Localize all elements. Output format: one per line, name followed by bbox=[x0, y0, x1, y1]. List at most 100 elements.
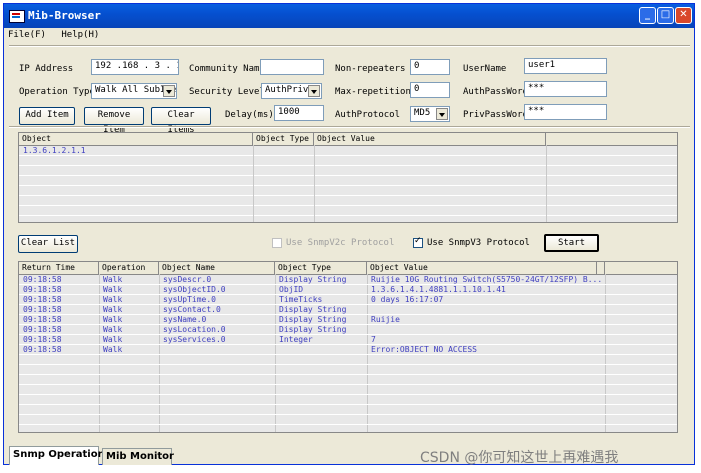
result-object-name: sysDescr.0 bbox=[163, 275, 212, 284]
result-object-type: Integer bbox=[279, 335, 313, 344]
result-return-time: 09:18:58 bbox=[23, 275, 62, 284]
clear-list-button[interactable]: Clear List bbox=[18, 235, 78, 253]
result-return-time: 09:18:58 bbox=[23, 345, 62, 354]
tab-mib-monitor[interactable]: Mib Monitor bbox=[102, 448, 174, 465]
form-separator bbox=[9, 126, 690, 128]
ip-address-field[interactable]: 192 .168 . 3 . 1 bbox=[91, 59, 179, 75]
menu-separator bbox=[9, 45, 690, 47]
result-object-type: Display String bbox=[279, 315, 347, 324]
result-object-name: sysContact.0 bbox=[163, 305, 221, 314]
result-operation: Walk bbox=[103, 325, 123, 334]
username-label: UserName bbox=[463, 64, 507, 74]
priv-password-label: PrivPassWord bbox=[463, 110, 529, 120]
result-object-type: Display String bbox=[279, 275, 347, 284]
non-repeaters-label: Non-repeaters bbox=[335, 64, 406, 74]
add-item-button[interactable]: Add Item bbox=[19, 107, 75, 125]
result-return-time: 09:18:58 bbox=[23, 305, 62, 314]
chevron-down-icon[interactable] bbox=[163, 85, 175, 97]
close-button[interactable]: ✕ bbox=[675, 7, 692, 24]
snmpv3-checkbox[interactable] bbox=[413, 236, 423, 248]
priv-password-input[interactable]: *** bbox=[524, 104, 607, 120]
result-object-value: Ruijie bbox=[371, 315, 400, 324]
result-return-time: 09:18:58 bbox=[23, 325, 62, 334]
result-operation: Walk bbox=[103, 275, 123, 284]
watermark-text: CSDN @你可知这世上再难遇我 bbox=[420, 450, 619, 466]
ip-octet-1: 192 bbox=[95, 61, 112, 71]
result-object-value: Error:OBJECT NO ACCESS bbox=[371, 345, 477, 354]
security-level-value: AuthPriv bbox=[265, 85, 309, 95]
items-table[interactable]: Object Object Type Object Value 1.3.6.1.… bbox=[18, 132, 678, 223]
column-header-operation[interactable]: Operation bbox=[99, 262, 159, 274]
menu-help[interactable]: Help(H) bbox=[61, 30, 99, 40]
auth-protocol-label: AuthProtocol bbox=[335, 110, 401, 120]
minimize-button[interactable]: _ bbox=[639, 7, 656, 24]
result-operation: Walk bbox=[103, 335, 123, 344]
result-object-value: 1.3.6.1.4.1.4881.1.1.10.1.41 bbox=[371, 285, 506, 294]
chevron-down-icon[interactable] bbox=[436, 108, 448, 120]
app-icon bbox=[9, 10, 25, 23]
clear-items-button[interactable]: Clear Items bbox=[151, 107, 211, 135]
result-return-time: 09:18:58 bbox=[23, 315, 62, 324]
column-header-object-value[interactable]: Object Value bbox=[367, 262, 597, 274]
items-table-header: Object Object Type Object Value bbox=[19, 133, 677, 146]
result-object-type: Display String bbox=[279, 305, 347, 314]
column-header-object-type[interactable]: Object Type bbox=[275, 262, 367, 274]
operation-type-select[interactable]: Walk All SubItem bbox=[91, 83, 177, 99]
community-name-input[interactable] bbox=[260, 59, 324, 75]
delay-input[interactable]: 1000 bbox=[274, 105, 324, 121]
menu-bar: File(F) Help(H) bbox=[8, 30, 109, 44]
result-object-value: 7 bbox=[371, 335, 376, 344]
window-title: Mib-Browser bbox=[28, 9, 101, 22]
result-return-time: 09:18:58 bbox=[23, 335, 62, 344]
security-level-select[interactable]: AuthPriv bbox=[261, 83, 322, 99]
snmpv2c-checkbox[interactable] bbox=[272, 238, 282, 248]
result-operation: Walk bbox=[103, 305, 123, 314]
security-level-label: Security Level bbox=[189, 87, 265, 97]
table-row[interactable]: 1.3.6.1.2.1.1 bbox=[23, 146, 86, 156]
result-object-name: sysName.0 bbox=[163, 315, 207, 324]
result-object-name: sysObjectID.0 bbox=[163, 285, 226, 294]
ip-octet-4: 1 bbox=[176, 61, 178, 71]
result-operation: Walk bbox=[103, 345, 123, 354]
result-object-name: sysLocation.0 bbox=[163, 325, 226, 334]
ip-address-label: IP Address bbox=[19, 64, 74, 74]
operation-type-label: Operation Type bbox=[19, 87, 95, 97]
result-object-value: Ruijie 10G Routing Switch(S5750-24GT/12S… bbox=[371, 275, 603, 284]
result-return-time: 09:18:58 bbox=[23, 295, 62, 304]
mib-browser-window: Mib-Browser _ □ ✕ File(F) Help(H) IP Add… bbox=[3, 3, 695, 466]
snmpv2c-label: Use SnmpV2c Protocol bbox=[286, 238, 395, 248]
result-operation: Walk bbox=[103, 285, 123, 294]
result-operation: Walk bbox=[103, 315, 123, 324]
ip-octet-3: 3 bbox=[154, 61, 161, 71]
start-button[interactable]: Start bbox=[544, 234, 599, 252]
column-header-return-time[interactable]: Return Time bbox=[19, 262, 99, 274]
results-table[interactable]: Return Time Operation Object Name Object… bbox=[18, 261, 678, 433]
auth-protocol-value: MD5 bbox=[414, 108, 431, 118]
column-header-object-name[interactable]: Object Name bbox=[159, 262, 275, 274]
non-repeaters-input[interactable]: 0 bbox=[410, 59, 450, 75]
ip-octet-2: 168 bbox=[122, 61, 139, 71]
auth-password-label: AuthPassWord bbox=[463, 87, 529, 97]
column-header-object-type[interactable]: Object Type bbox=[253, 133, 314, 145]
max-repetitions-input[interactable]: 0 bbox=[410, 82, 450, 98]
tab-snmp-operation[interactable]: Snmp Operation bbox=[9, 446, 105, 465]
result-object-type: Display String bbox=[279, 325, 347, 334]
auth-password-input[interactable]: *** bbox=[524, 81, 607, 97]
title-bar[interactable]: Mib-Browser _ □ ✕ bbox=[4, 4, 694, 28]
result-object-name: sysServices.0 bbox=[163, 335, 226, 344]
result-operation: Walk bbox=[103, 295, 123, 304]
snmpv3-label: Use SnmpV3 Protocol bbox=[427, 238, 530, 248]
username-input[interactable]: user1 bbox=[524, 58, 607, 74]
remove-item-button[interactable]: Remove Item bbox=[84, 107, 144, 135]
result-object-value: 0 days 16:17:07 bbox=[371, 295, 444, 304]
maximize-button[interactable]: □ bbox=[657, 7, 674, 24]
chevron-down-icon[interactable] bbox=[308, 85, 320, 97]
result-object-name: sysUpTime.0 bbox=[163, 295, 216, 304]
auth-protocol-select[interactable]: MD5 bbox=[410, 106, 450, 122]
community-name-label: Community Name bbox=[189, 64, 265, 74]
result-object-type: TimeTicks bbox=[279, 295, 323, 304]
column-header-object-value[interactable]: Object Value bbox=[314, 133, 546, 145]
menu-file[interactable]: File(F) bbox=[8, 30, 46, 40]
column-header-object[interactable]: Object bbox=[19, 133, 253, 145]
results-table-header: Return Time Operation Object Name Object… bbox=[19, 262, 677, 275]
